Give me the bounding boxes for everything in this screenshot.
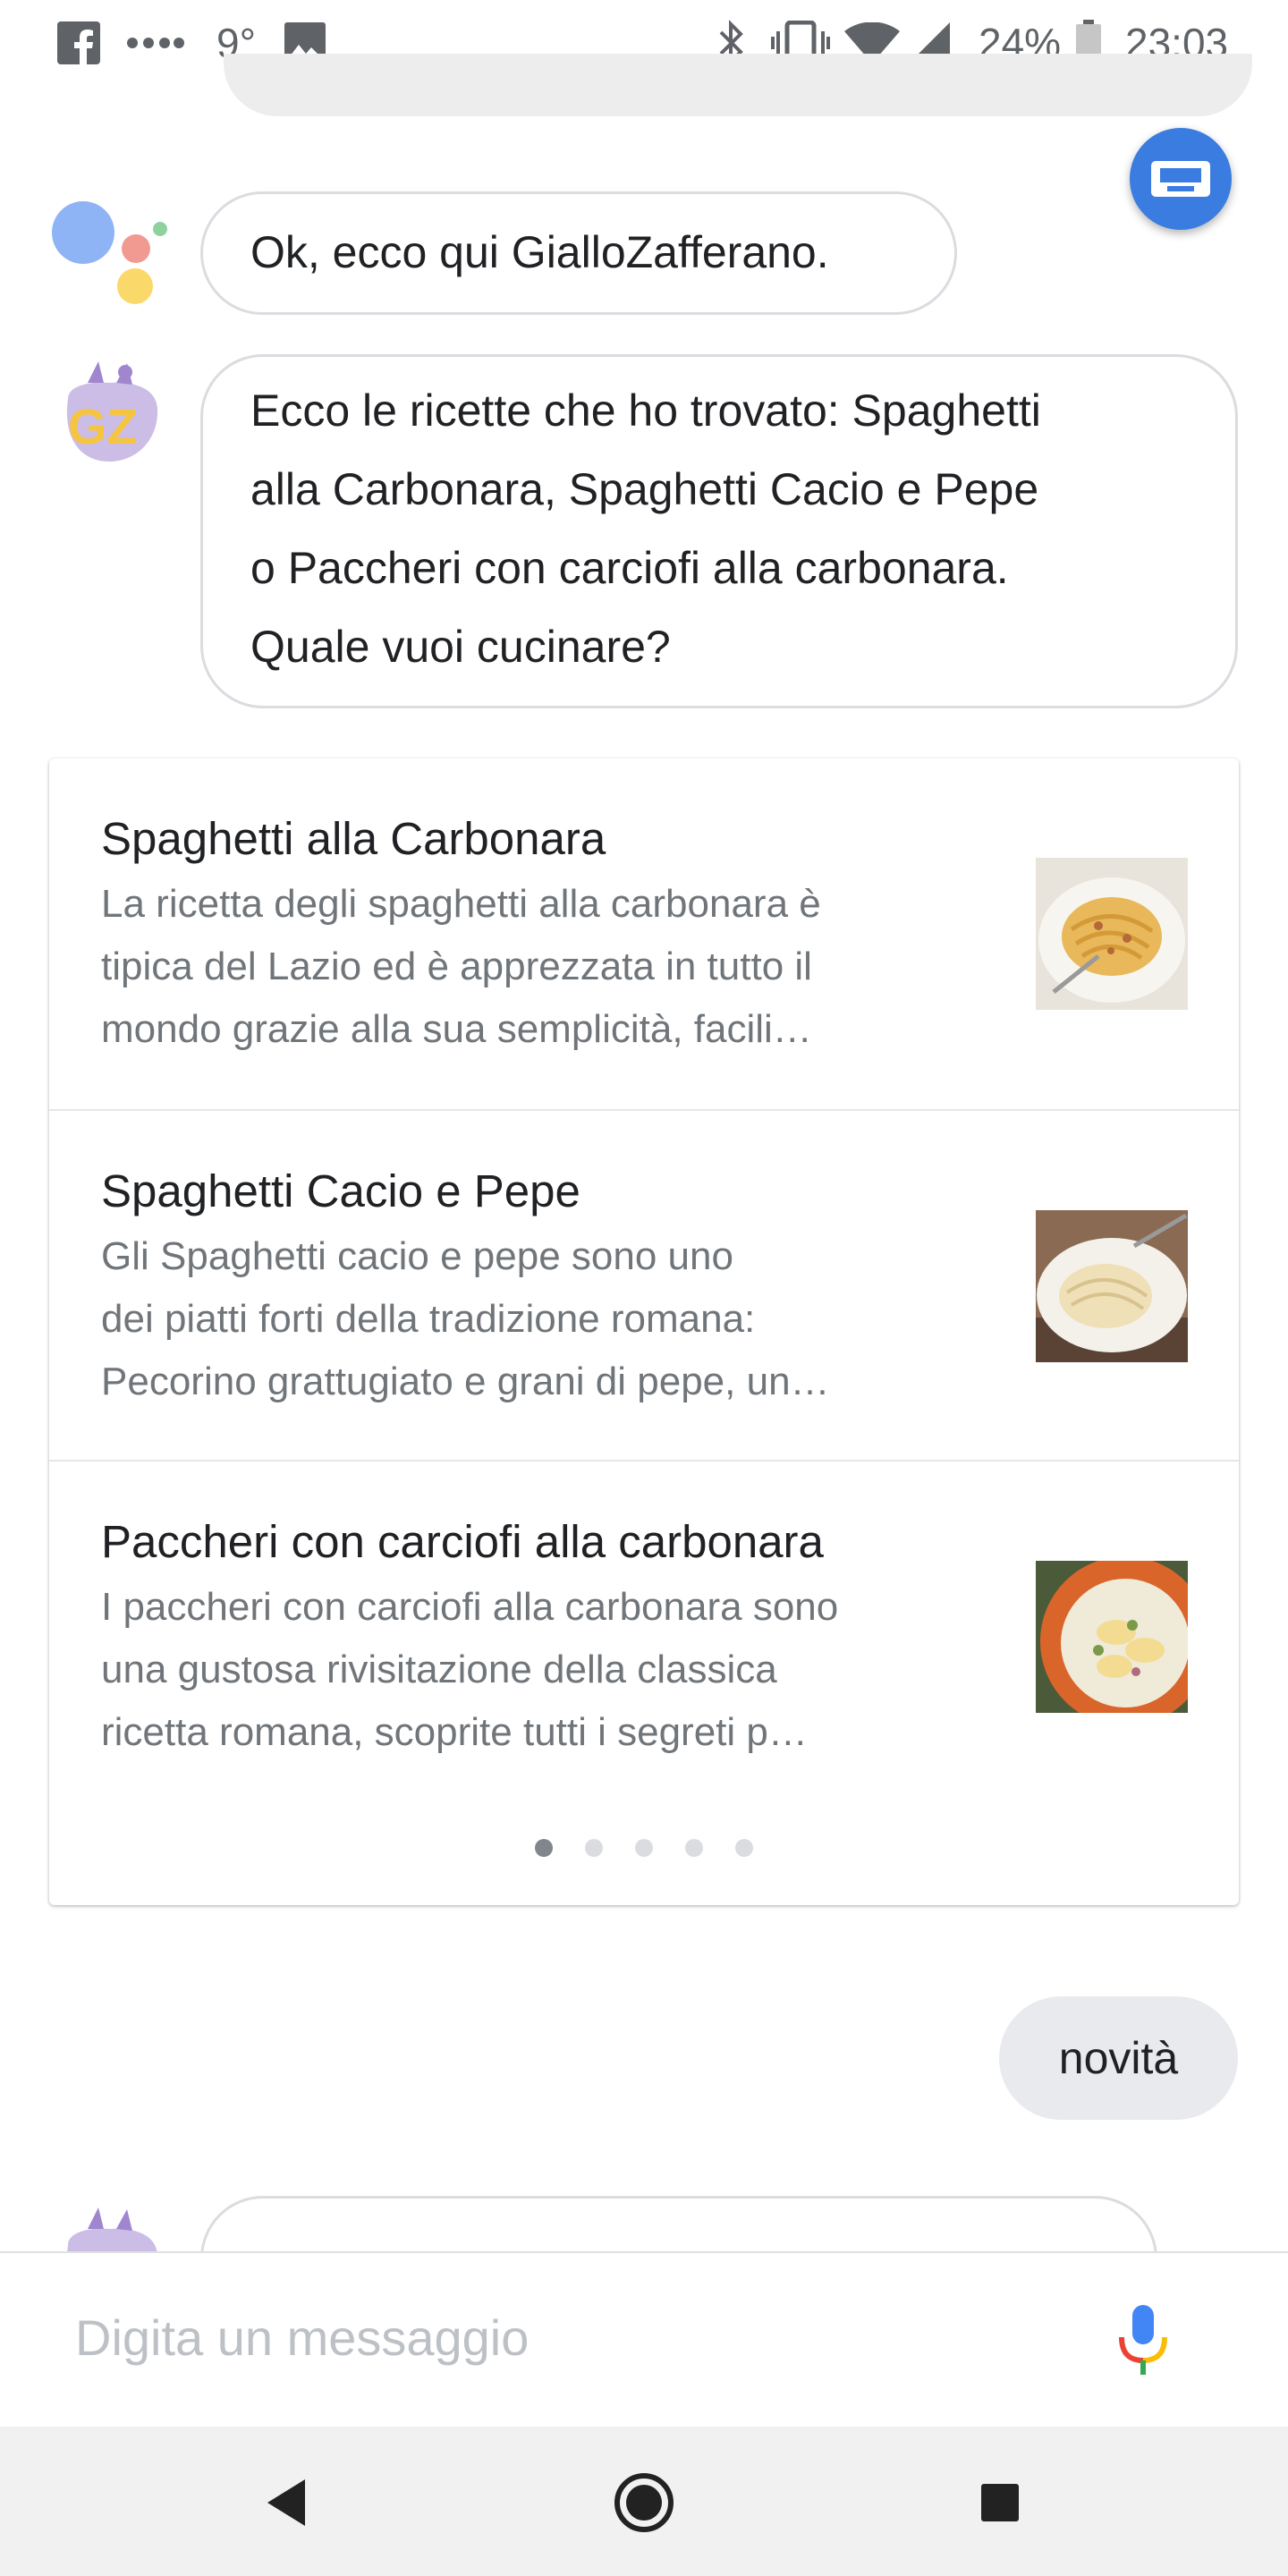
giallozafferano-avatar: GZ [52, 356, 168, 472]
keyboard-icon [1151, 161, 1210, 197]
home-button[interactable] [604, 2462, 684, 2543]
recipe-carousel-card: Spaghetti alla Carbonara La ricetta degl… [49, 758, 1239, 1905]
back-button[interactable] [246, 2462, 326, 2543]
carousel-dot-active[interactable] [535, 1839, 553, 1857]
gz-avatar-text: GZ [68, 398, 138, 454]
assistant-message-bubble: Ok, ecco qui GialloZafferano. [200, 191, 957, 315]
carousel-dot[interactable] [635, 1839, 653, 1857]
recipe-thumbnail [1036, 1210, 1188, 1362]
recipe-description-line: I paccheri con carciofi alla carbonara s… [101, 1585, 839, 1629]
recipe-description-line: una gustosa rivisitazione della classica [101, 1648, 777, 1691]
carousel-dot[interactable] [735, 1839, 753, 1857]
message-input[interactable]: Digita un messaggio [75, 2309, 529, 2367]
assistant-screen: 9° 24% 23:03 Ok, ecco qui GialloZafferan… [0, 0, 1288, 2576]
user-message-bubble: novità [999, 1996, 1238, 2120]
carousel-dot[interactable] [685, 1839, 703, 1857]
message-input-bar: Digita un messaggio [0, 2251, 1288, 2427]
recipe-description: La ricetta degli spaghetti alla carbonar… [101, 873, 978, 1061]
app-message-line: Quale vuoi cucinare? [250, 622, 671, 672]
keyboard-toggle-button[interactable] [1130, 128, 1232, 230]
home-icon [614, 2473, 674, 2532]
user-message-text: novità [1058, 2033, 1179, 2083]
assistant-message-text: Ok, ecco qui GialloZafferano. [250, 227, 829, 277]
recents-icon [981, 2484, 1019, 2521]
recipe-item-paccheri[interactable]: Paccheri con carciofi alla carbonara I p… [49, 1460, 1239, 1810]
recents-button[interactable] [960, 2462, 1040, 2543]
mic-button[interactable] [1114, 2303, 1172, 2378]
recipe-title: Spaghetti Cacio e Pepe [101, 1165, 580, 1216]
app-message-line: alla Carbonara, Spaghetti Cacio e Pepe [250, 464, 1039, 514]
app-message-bubble: Ecco le ricette che ho trovato: Spaghett… [200, 354, 1238, 708]
google-assistant-icon [49, 199, 174, 315]
recipe-description-line: mondo grazie alla sua semplicità, facili… [101, 1007, 812, 1051]
recipe-description-line: Gli Spaghetti cacio e pepe sono uno [101, 1234, 733, 1278]
recipe-item-cacio-e-pepe[interactable]: Spaghetti Cacio e Pepe Gli Spaghetti cac… [49, 1109, 1239, 1460]
recipe-description-line: dei piatti forti della tradizione romana… [101, 1297, 756, 1341]
more-dots-icon [125, 0, 188, 86]
facebook-icon [57, 0, 100, 86]
recipe-thumbnail [1036, 858, 1188, 1010]
mic-icon [1119, 2305, 1167, 2375]
recipe-title: Spaghetti alla Carbonara [101, 813, 606, 864]
recipe-description-line: Pecorino grattugiato e grani di pepe, un… [101, 1360, 830, 1403]
app-message-line: o Paccheri con carciofi alla carbonara. [250, 543, 1009, 593]
recipe-description-line: La ricetta degli spaghetti alla carbonar… [101, 882, 821, 926]
app-message-line: Ecco le ricette che ho trovato: Spaghett… [250, 386, 1041, 436]
recipe-description-line: ricetta romana, scoprite tutti i segreti… [101, 1710, 808, 1754]
recipe-description: I paccheri con carciofi alla carbonara s… [101, 1576, 978, 1764]
previous-message-fragment [224, 54, 1252, 116]
back-icon [267, 2479, 305, 2526]
recipe-item-carbonara[interactable]: Spaghetti alla Carbonara La ricetta degl… [49, 758, 1239, 1109]
carousel-dot[interactable] [585, 1839, 603, 1857]
carousel-pagination [49, 1839, 1239, 1866]
recipe-thumbnail [1036, 1561, 1188, 1713]
recipe-description-line: tipica del Lazio ed è apprezzata in tutt… [101, 945, 812, 988]
recipe-description: Gli Spaghetti cacio e pepe sono uno dei … [101, 1225, 978, 1413]
recipe-title: Paccheri con carciofi alla carbonara [101, 1516, 824, 1567]
navigation-bar [0, 2427, 1288, 2576]
